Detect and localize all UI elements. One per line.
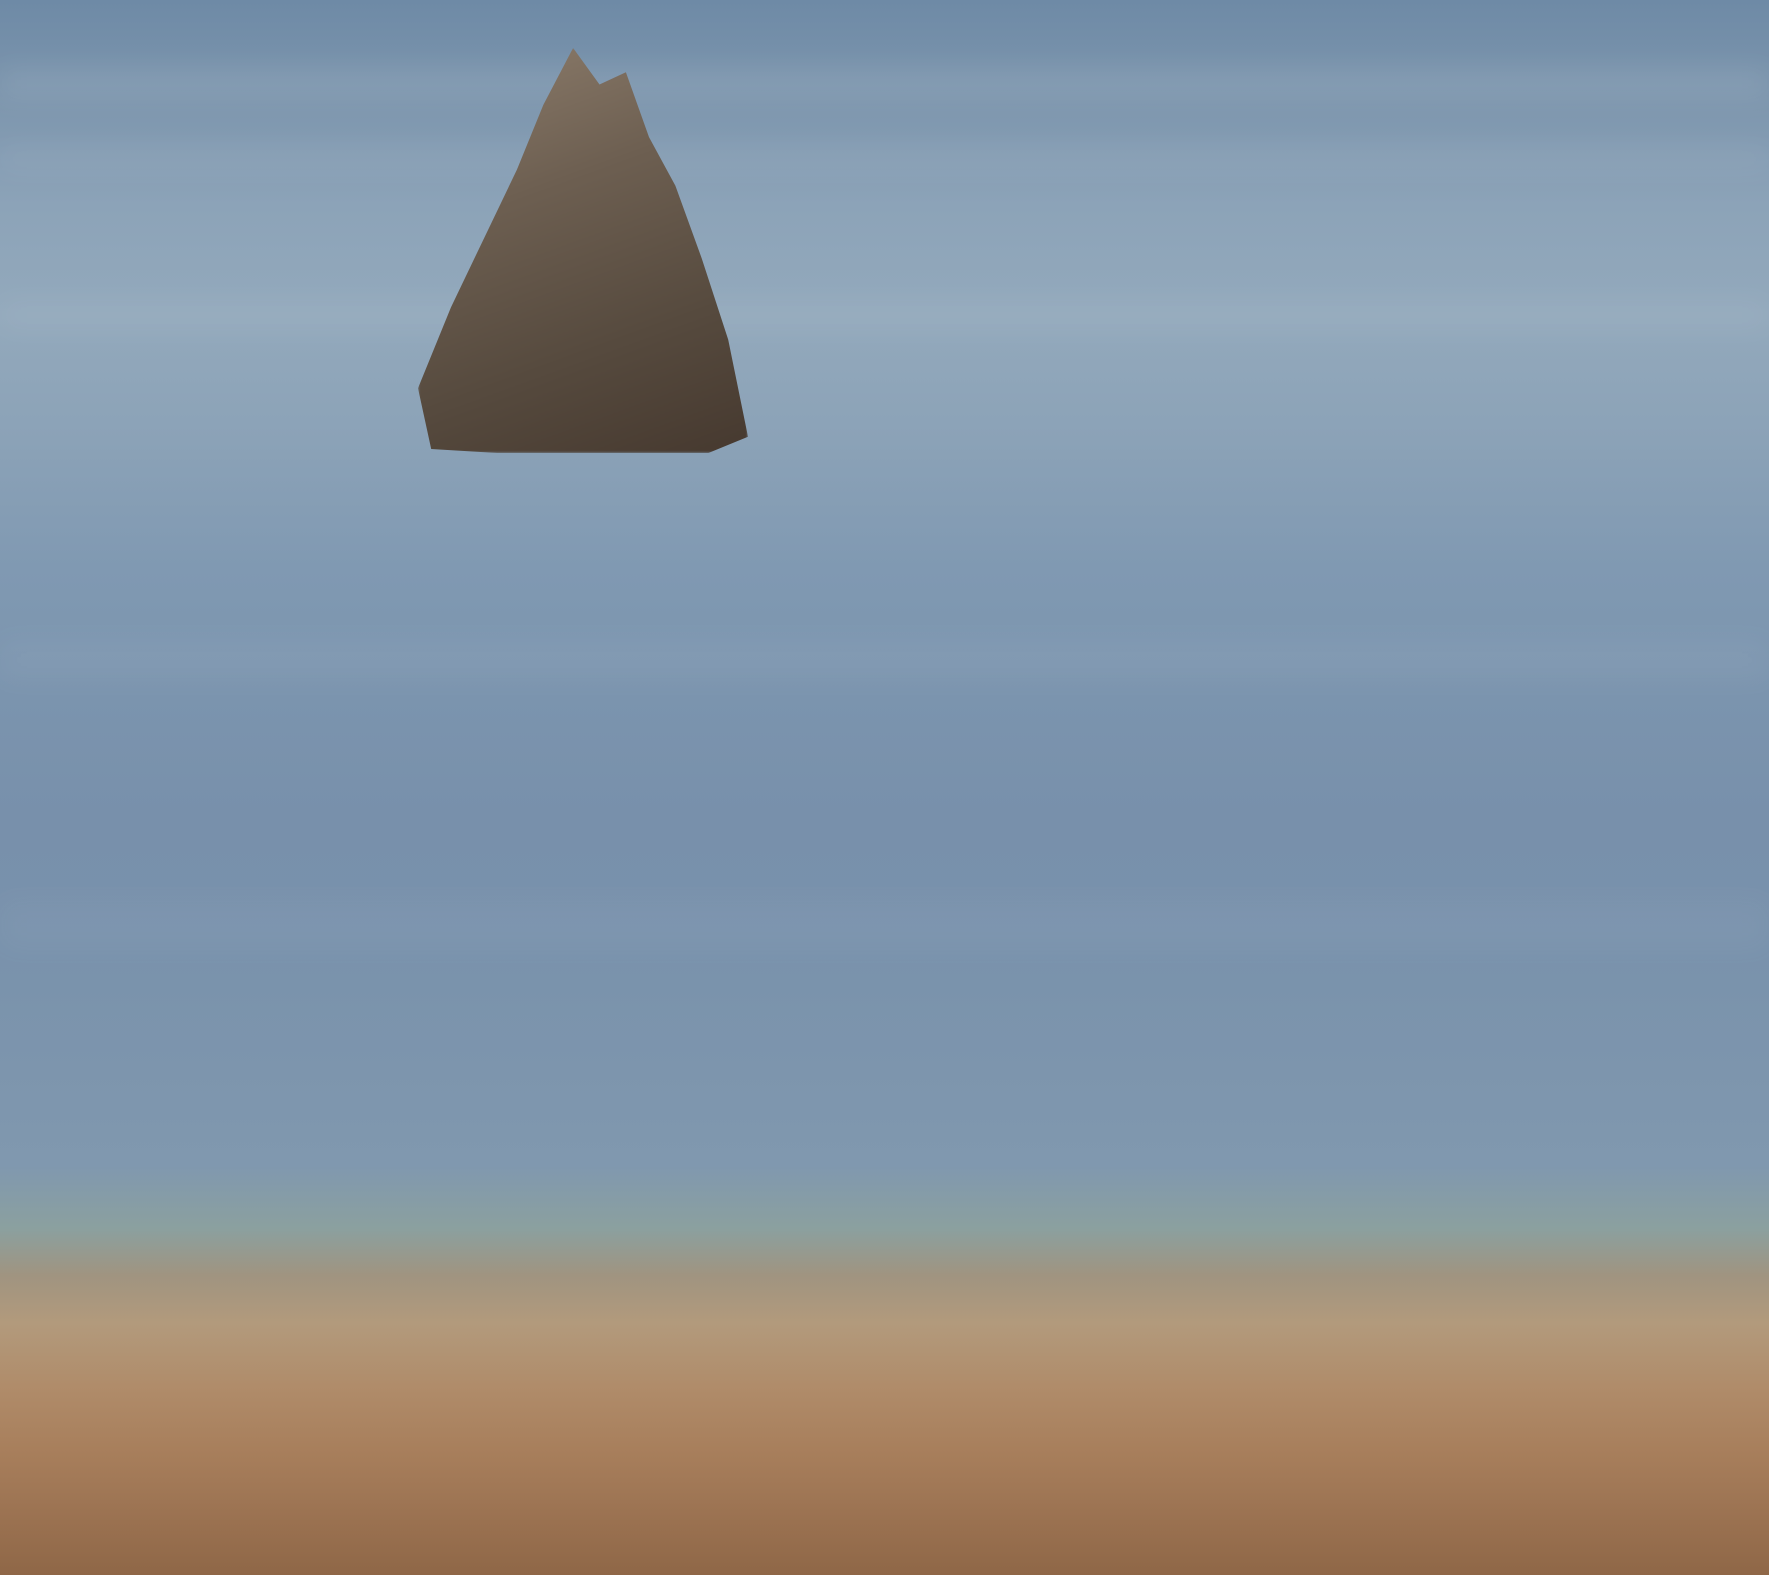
wallpaper-vegetation — [0, 500, 300, 760]
wallpaper-sand — [0, 1430, 200, 1575]
wallpaper-sand — [0, 1110, 300, 1290]
wallpaper-vegetation — [0, 880, 250, 1110]
wallpaper-rock-left — [418, 48, 748, 453]
wallpaper-vegetation — [0, 150, 300, 310]
wallpaper-rock-right — [770, 62, 1070, 452]
wallpaper-sea-streak — [0, 640, 1769, 680]
wallpaper-sea-streak — [0, 900, 1769, 950]
desktop-wallpaper: Joel Lockard Apple ID Wi-Fi — [0, 0, 1769, 1575]
wallpaper-sand — [0, 1290, 240, 1430]
wallpaper-vegetation — [0, 760, 210, 880]
wallpaper-vegetation — [0, 310, 360, 500]
